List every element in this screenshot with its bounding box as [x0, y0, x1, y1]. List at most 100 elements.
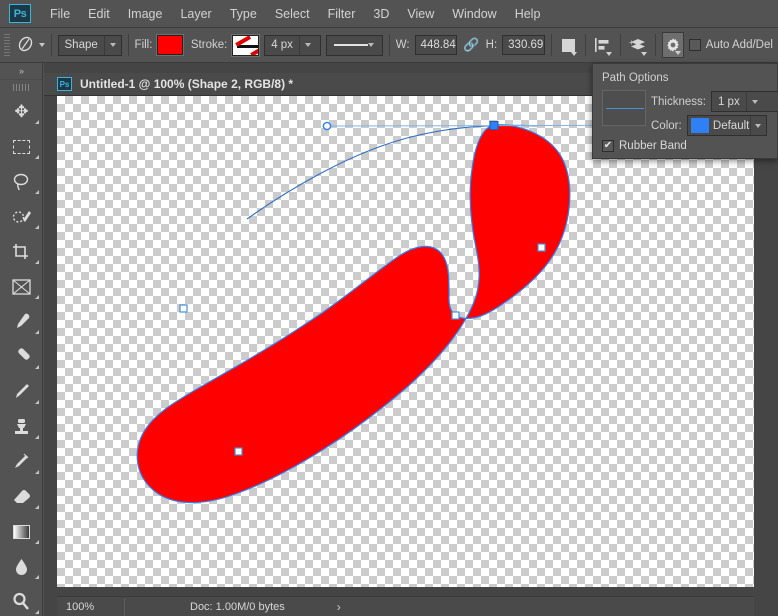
- tool-dodge[interactable]: [0, 584, 43, 616]
- document-right-margin: [754, 96, 778, 587]
- tool-eyedropper[interactable]: [0, 304, 43, 339]
- tool-mode-select[interactable]: Shape: [57, 34, 122, 56]
- healing-brush-tool-icon: [18, 348, 30, 360]
- path-arrangement-icon[interactable]: +: [627, 32, 649, 58]
- pen-tool-icon[interactable]: [15, 33, 35, 57]
- tool-gradient[interactable]: [0, 514, 43, 549]
- checkbox-box[interactable]: [688, 39, 701, 51]
- fill-color-swatch[interactable]: [156, 34, 184, 56]
- chevron-down-icon[interactable]: [750, 116, 766, 135]
- menu-bar: Ps File Edit Image Layer Type Select Fil…: [0, 0, 778, 28]
- menu-select[interactable]: Select: [266, 4, 319, 24]
- status-expand-icon[interactable]: ›: [337, 600, 341, 614]
- menu-help[interactable]: Help: [506, 4, 550, 24]
- collapse-panel-icon[interactable]: »: [0, 63, 42, 80]
- pen-tool-preset-caret-icon[interactable]: [38, 43, 45, 47]
- fill-label: Fill:: [134, 39, 153, 51]
- auto-add-delete-label: Auto Add/Del: [705, 39, 773, 51]
- thickness-label: Thickness:: [651, 95, 706, 108]
- tool-lasso[interactable]: [0, 164, 43, 199]
- path-alignment-icon[interactable]: [592, 32, 614, 58]
- photoshop-logo-icon[interactable]: Ps: [9, 4, 31, 23]
- rubber-band-label: Rubber Band: [619, 140, 687, 152]
- anchor-point[interactable]: [451, 311, 460, 320]
- eyedropper-tool-icon: [17, 313, 30, 328]
- height-input[interactable]: 330.69 p: [502, 35, 545, 55]
- divider: [550, 34, 552, 56]
- divider: [50, 34, 52, 56]
- tool-crop[interactable]: [0, 234, 43, 269]
- path-color-select[interactable]: Default: [686, 115, 767, 136]
- stroke-color-swatch[interactable]: [231, 33, 261, 57]
- menu-file[interactable]: File: [41, 4, 79, 24]
- status-bar: 100% Doc: 1.00M/0 bytes ›: [57, 596, 754, 616]
- path-color-value: Default: [712, 119, 750, 132]
- chevron-down-icon[interactable]: [745, 92, 763, 111]
- tool-brush[interactable]: [0, 374, 43, 409]
- quick-selection-tool-icon: [12, 210, 31, 223]
- stroke-width-select[interactable]: 4 px: [264, 34, 322, 56]
- zoom-level[interactable]: 100%: [57, 597, 125, 616]
- divider: [127, 34, 129, 56]
- tool-history-brush[interactable]: [0, 444, 43, 479]
- path-options-panel: Path Options Thickness: 1 px Color: Defa…: [592, 63, 778, 159]
- chevron-down-icon[interactable]: [103, 35, 121, 55]
- rubber-band-checkbox[interactable]: Rubber Band: [602, 140, 687, 152]
- tool-blur[interactable]: [0, 549, 43, 584]
- tool-clone-stamp[interactable]: [0, 409, 43, 444]
- gear-icon[interactable]: [661, 32, 685, 58]
- anchor-point-selected[interactable]: [489, 121, 499, 130]
- menu-edit[interactable]: Edit: [79, 4, 119, 24]
- tool-quick-selection[interactable]: [0, 199, 43, 234]
- red-shape-path[interactable]: [136, 124, 571, 504]
- eraser-tool-icon: [14, 490, 30, 503]
- canvas[interactable]: [57, 96, 754, 587]
- chevron-down-icon[interactable]: [367, 43, 374, 47]
- menu-filter[interactable]: Filter: [319, 4, 365, 24]
- anchor-point[interactable]: [537, 243, 546, 252]
- menu-type[interactable]: Type: [221, 4, 266, 24]
- tool-frame[interactable]: [0, 269, 43, 304]
- vector-shape-layer[interactable]: [57, 96, 754, 587]
- menu-image[interactable]: Image: [119, 4, 172, 24]
- chevron-down-icon[interactable]: [298, 35, 316, 55]
- checkbox-box[interactable]: [602, 140, 614, 152]
- solid-line-icon: [333, 44, 368, 46]
- clone-stamp-tool-icon: [15, 419, 28, 434]
- path-preview-line: [606, 108, 644, 109]
- tool-move[interactable]: ✥: [0, 94, 43, 129]
- divider: [585, 34, 587, 56]
- tools-panel-grip[interactable]: [0, 80, 42, 94]
- menu-view[interactable]: View: [398, 4, 443, 24]
- direction-handle-point[interactable]: [322, 121, 332, 131]
- link-dimensions-icon[interactable]: 🔗: [463, 37, 479, 53]
- path-color-swatch[interactable]: [690, 118, 709, 133]
- lasso-tool-icon: [13, 173, 29, 190]
- tool-eraser[interactable]: [0, 479, 43, 514]
- path-operations-icon[interactable]: [557, 32, 579, 58]
- photoshop-window: Ps File Edit Image Layer Type Select Fil…: [0, 0, 778, 616]
- path-preview-box: [602, 90, 646, 126]
- options-bar: Shape Fill: Stroke: 4 px W: 448.84 p 🔗: [0, 28, 778, 63]
- thickness-select[interactable]: 1 px: [710, 91, 778, 112]
- anchor-point[interactable]: [179, 304, 188, 313]
- anchor-point[interactable]: [234, 447, 243, 456]
- width-label: W:: [395, 39, 410, 51]
- color-row: Color: Default: [651, 115, 767, 136]
- divider: [388, 34, 390, 56]
- stroke-style-select[interactable]: [325, 34, 383, 56]
- divider: [654, 34, 656, 56]
- menu-3d[interactable]: 3D: [364, 4, 398, 24]
- tool-rectangular-marquee[interactable]: [0, 129, 43, 164]
- options-bar-grip[interactable]: [4, 34, 11, 56]
- stroke-width-value: 4 px: [271, 39, 293, 51]
- menu-window[interactable]: Window: [443, 4, 505, 24]
- dodge-tool-icon: [13, 592, 29, 610]
- width-input[interactable]: 448.84 p: [414, 35, 457, 55]
- tool-spot-healing-brush[interactable]: [0, 339, 43, 374]
- frame-tool-icon: [12, 278, 31, 295]
- divider: [620, 34, 621, 56]
- history-brush-tool-icon: [15, 453, 29, 468]
- auto-add-delete-checkbox[interactable]: Auto Add/Del: [688, 39, 778, 51]
- menu-layer[interactable]: Layer: [171, 4, 220, 24]
